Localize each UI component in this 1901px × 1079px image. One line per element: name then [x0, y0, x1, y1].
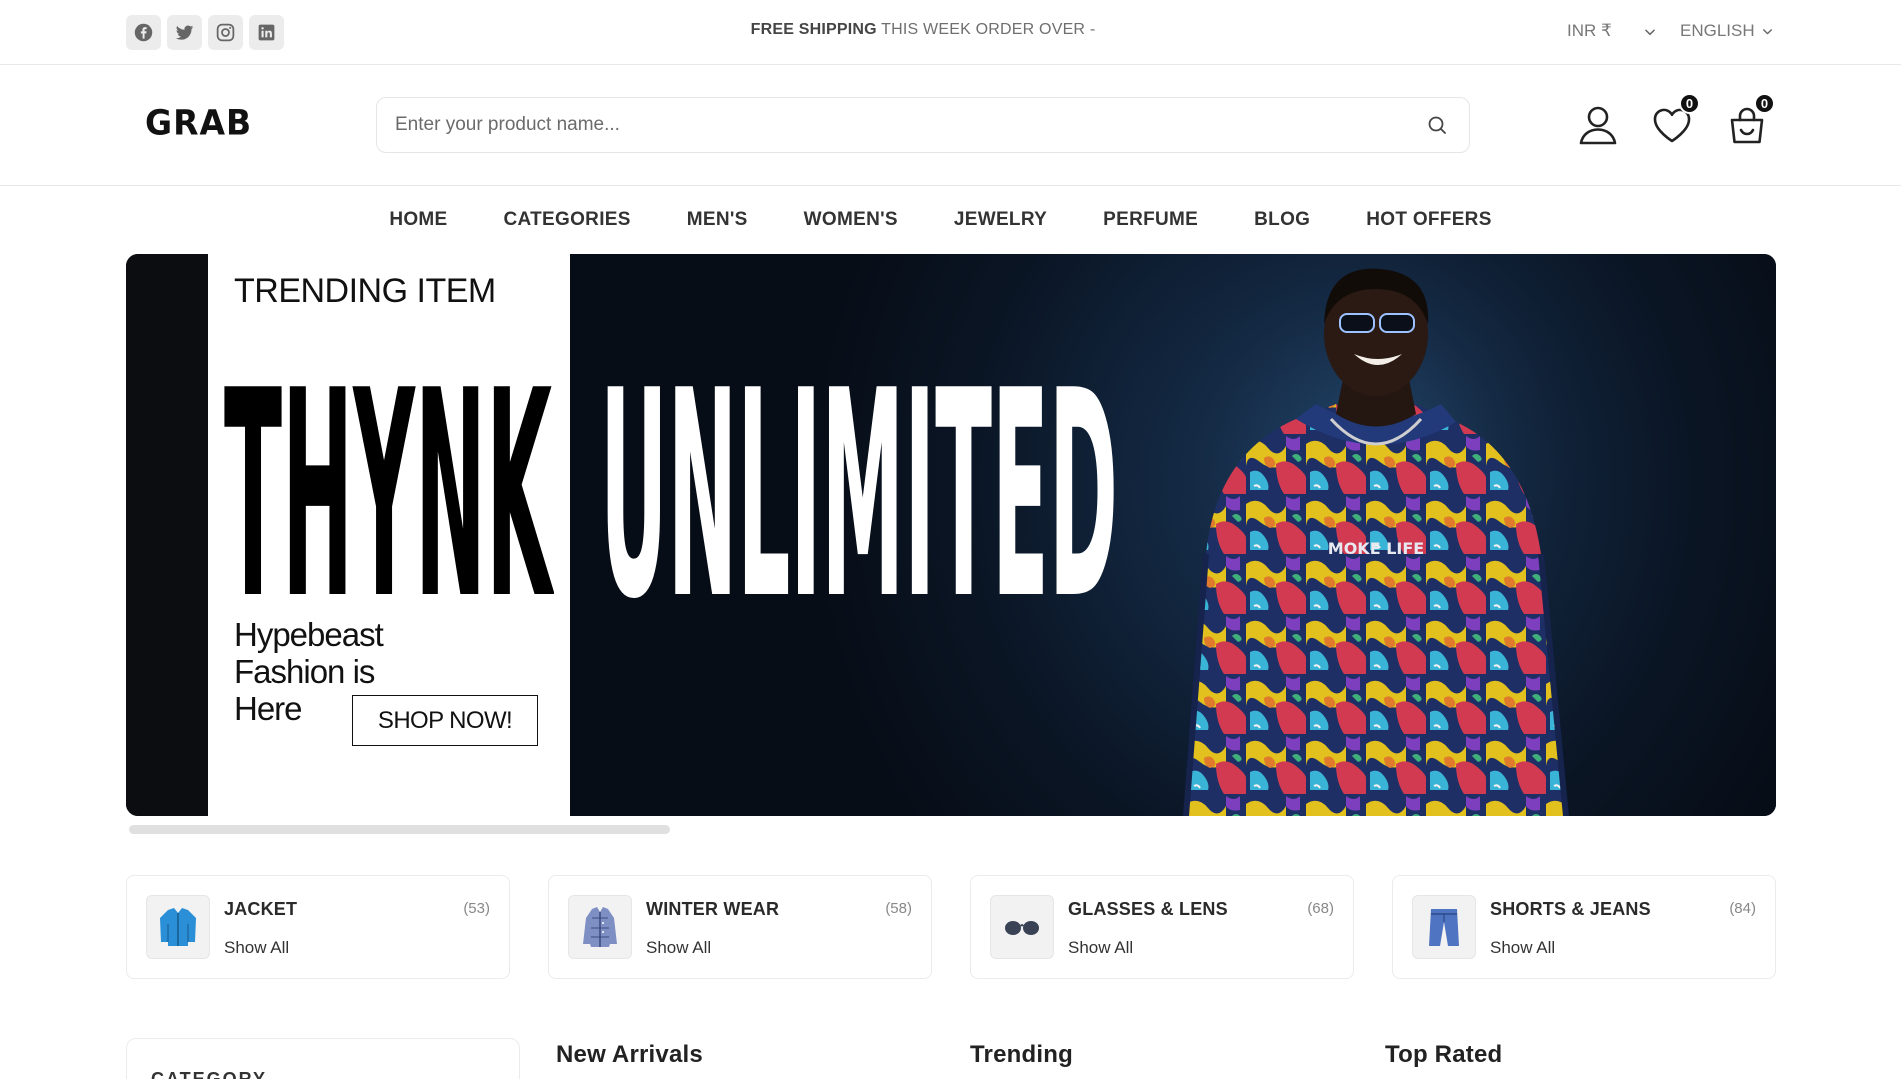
hero-brand-wordmark: THYNK	[224, 330, 554, 602]
currency-label: INR ₹	[1567, 21, 1612, 40]
hero-dark-strip	[126, 254, 208, 816]
top-bar: FREE SHIPPING THIS WEEK ORDER OVER - INR…	[0, 0, 1901, 65]
jacket-icon	[160, 908, 196, 946]
category-card[interactable]: WINTER WEAR (58) Show All	[548, 875, 932, 979]
winter-coat-icon	[583, 907, 617, 947]
user-icon	[1579, 106, 1617, 145]
category-cards: JACKET (53) Show All WINTER WEAR (58) Sh…	[126, 875, 1776, 979]
shirt-print-text: MOKE LIFE	[1328, 539, 1424, 558]
category-count: (53)	[463, 900, 490, 917]
glasses-icon	[1005, 921, 1039, 935]
site-logo[interactable]: GRAB	[145, 102, 252, 143]
category-title: JACKET	[224, 899, 298, 919]
hero-model-image: MOKE LIFE	[1126, 254, 1626, 816]
category-title: WINTER WEAR	[646, 899, 780, 919]
sidebar-category-title: CATEGORY	[151, 1069, 268, 1079]
nav-perfume[interactable]: PERFUME	[1103, 209, 1198, 231]
show-all-link[interactable]: Show All	[1490, 938, 1555, 958]
trending-heading: Trending	[970, 1041, 1073, 1068]
sidebar-category-panel: CATEGORY	[126, 1038, 520, 1079]
hero-brand-text: THYNK	[224, 330, 554, 602]
language-label: ENGLISH	[1680, 21, 1755, 40]
show-all-link[interactable]: Show All	[1068, 938, 1133, 958]
category-card[interactable]: GLASSES & LENS (68) Show All	[970, 875, 1354, 979]
nav-womens[interactable]: WOMEN'S	[804, 209, 898, 231]
currency-select[interactable]: INR ₹	[1567, 21, 1612, 41]
show-all-link[interactable]: Show All	[224, 938, 289, 958]
nav-blog[interactable]: BLOG	[1254, 209, 1310, 231]
main-nav: HOME CATEGORIES MEN'S WOMEN'S JEWELRY PE…	[0, 186, 1901, 254]
search-bar	[376, 97, 1470, 153]
category-thumbnail	[990, 895, 1054, 959]
cart-count-badge: 0	[1754, 93, 1775, 114]
nav-categories[interactable]: CATEGORIES	[504, 209, 631, 231]
main-header: GRAB 0 0	[0, 65, 1901, 186]
hero-headline-wordmark: UNLIMITED	[600, 330, 1118, 602]
promo-highlight: FREE SHIPPING	[750, 21, 877, 38]
account-button[interactable]	[1576, 103, 1620, 147]
nav-home[interactable]: HOME	[389, 209, 447, 231]
shop-now-button[interactable]: SHOP NOW!	[352, 695, 538, 746]
category-thumbnail	[146, 895, 210, 959]
promo-text: THIS WEEK ORDER OVER -	[876, 21, 1096, 38]
jeans-icon	[1429, 909, 1459, 946]
category-count: (68)	[1307, 900, 1334, 917]
category-thumbnail	[568, 895, 632, 959]
category-title: SHORTS & JEANS	[1490, 899, 1651, 919]
language-select[interactable]: ENGLISH	[1680, 21, 1774, 41]
carousel-scrollbar[interactable]	[129, 825, 670, 834]
chevron-down-icon[interactable]	[1643, 25, 1657, 39]
hero-banner[interactable]: TRENDING ITEM THYNK UNLIMITED Hypebeast …	[126, 254, 1776, 816]
chevron-down-icon	[1762, 28, 1772, 34]
category-title: GLASSES & LENS	[1068, 899, 1228, 919]
nav-hot-offers[interactable]: HOT OFFERS	[1366, 209, 1491, 231]
search-icon[interactable]	[1425, 113, 1449, 137]
category-count: (84)	[1729, 900, 1756, 917]
cart-button[interactable]: 0	[1725, 93, 1775, 147]
nav-mens[interactable]: MEN'S	[687, 209, 748, 231]
category-card[interactable]: JACKET (53) Show All	[126, 875, 510, 979]
wishlist-count-badge: 0	[1679, 93, 1700, 114]
search-input[interactable]	[377, 98, 1377, 152]
hero-label: TRENDING ITEM	[234, 272, 496, 310]
show-all-link[interactable]: Show All	[646, 938, 711, 958]
wishlist-button[interactable]: 0	[1650, 93, 1700, 147]
nav-jewelry[interactable]: JEWELRY	[954, 209, 1047, 231]
hero-headline-text: UNLIMITED	[600, 330, 1118, 602]
new-arrivals-heading: New Arrivals	[556, 1041, 703, 1068]
top-rated-heading: Top Rated	[1385, 1041, 1503, 1068]
category-thumbnail	[1412, 895, 1476, 959]
category-count: (58)	[885, 900, 912, 917]
category-card[interactable]: SHORTS & JEANS (84) Show All	[1392, 875, 1776, 979]
